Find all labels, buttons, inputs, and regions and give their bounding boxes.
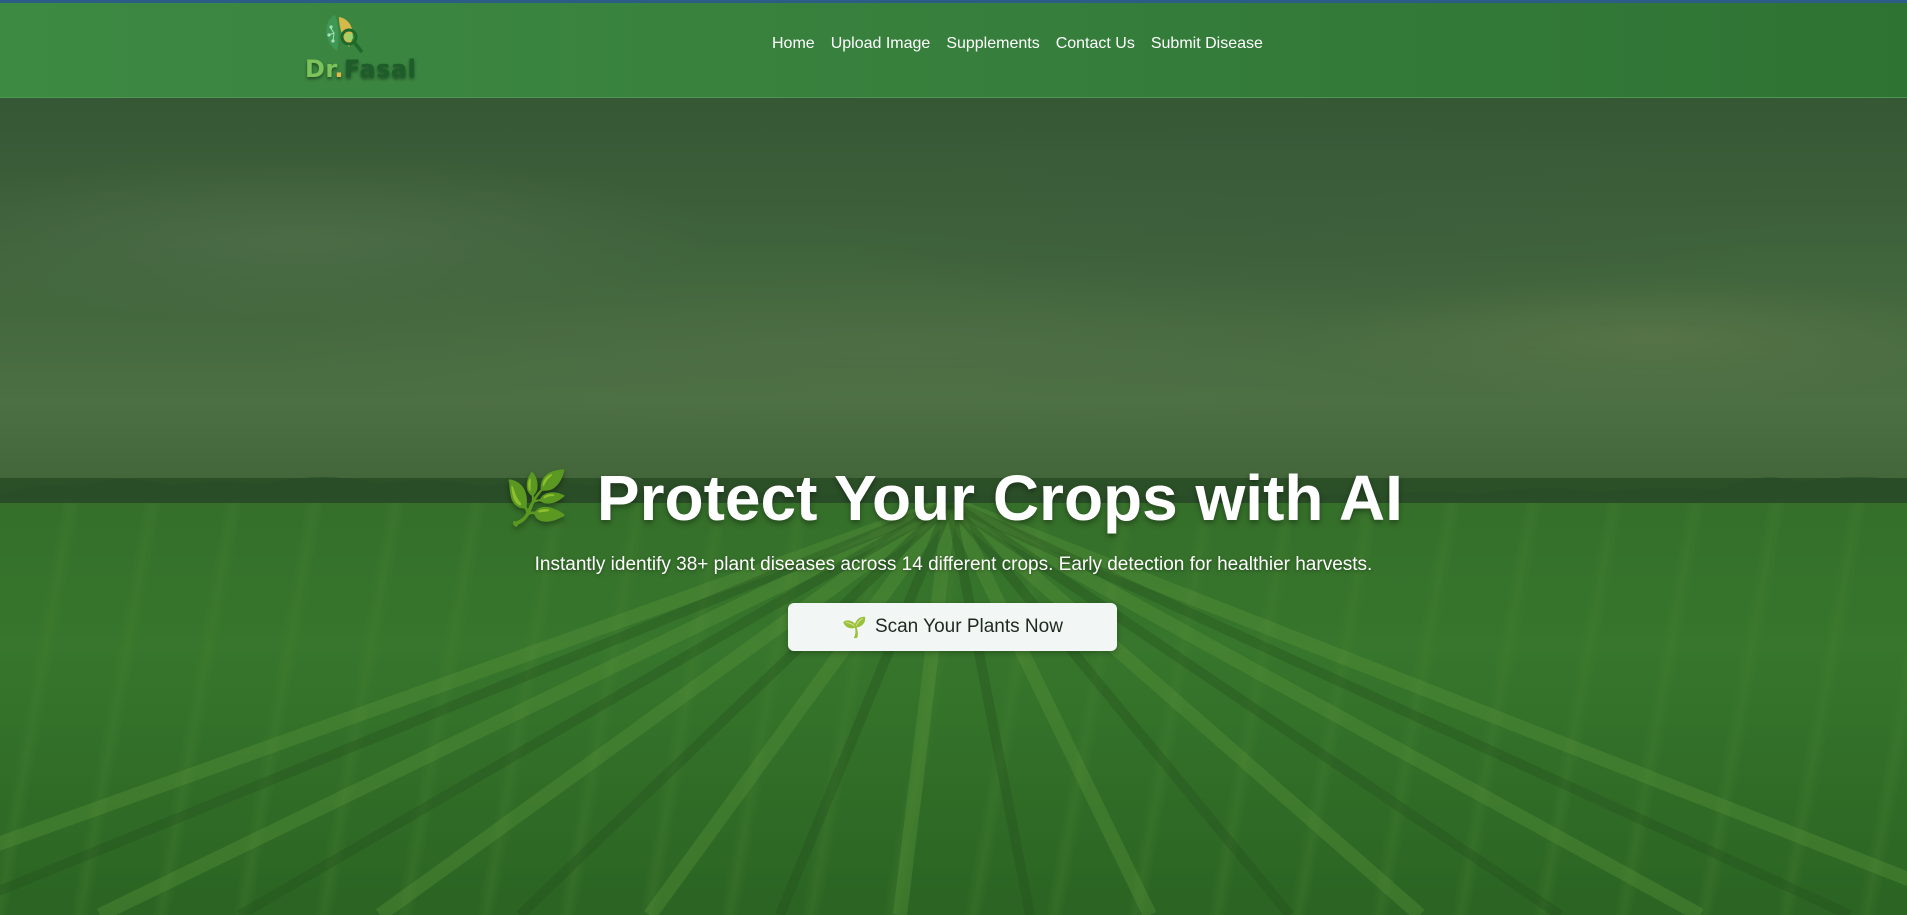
herb-icon: 🌿 <box>504 470 569 528</box>
scan-plants-label: Scan Your Plants Now <box>874 616 1063 637</box>
nav-supplements[interactable]: Supplements <box>946 35 1039 53</box>
nav-submit-disease[interactable]: Submit Disease <box>1151 35 1263 53</box>
hero-title: 🌿 Protect Your Crops with AI <box>0 461 1907 535</box>
main-nav: Home Upload Image Supplements Contact Us… <box>772 35 1279 53</box>
hero-section: 🌿 Protect Your Crops with AI Instantly id… <box>0 98 1907 915</box>
logo-text-dot: . <box>334 55 344 83</box>
nav-contact-us[interactable]: Contact Us <box>1056 35 1135 53</box>
logo-wordmark: Dr.Fasal <box>305 55 416 83</box>
nav-upload-image[interactable]: Upload Image <box>831 35 931 53</box>
logo[interactable]: Dr.Fasal <box>305 11 416 85</box>
logo-plant-magnifier-icon <box>326 15 363 53</box>
logo-text-dr: Dr <box>305 55 335 83</box>
nav-home[interactable]: Home <box>772 35 815 53</box>
hero-title-text: Protect Your Crops with AI <box>596 462 1403 534</box>
seedling-icon: 🌱 <box>842 616 867 639</box>
scan-plants-button[interactable]: 🌱 Scan Your Plants Now <box>788 603 1117 651</box>
navbar: Dr.Fasal Home Upload Image Supplements C… <box>0 3 1907 98</box>
hero-subtitle: Instantly identify 38+ plant diseases ac… <box>534 554 1373 575</box>
logo-text-fasal: Fasal <box>343 55 417 83</box>
